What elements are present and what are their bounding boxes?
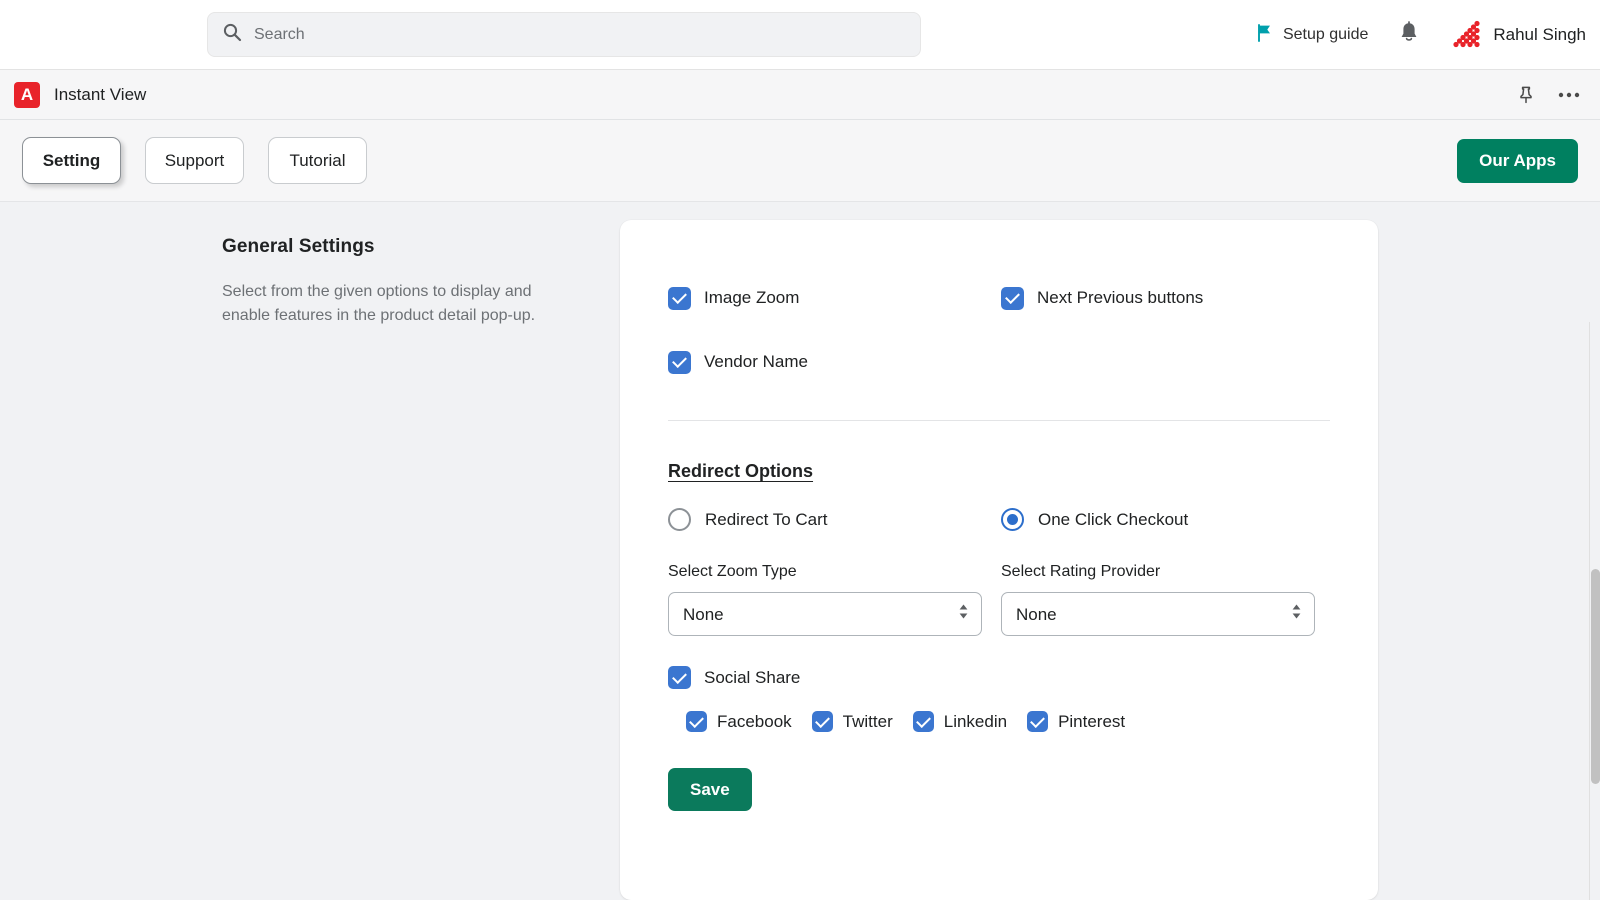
checkbox-label: Linkedin bbox=[944, 712, 1007, 732]
settings-description-panel: General Settings Select from the given o… bbox=[0, 220, 620, 900]
pin-icon[interactable] bbox=[1516, 85, 1536, 105]
app-logo-icon: A bbox=[14, 82, 40, 108]
checkbox-icon[interactable] bbox=[913, 711, 934, 732]
select-rating-provider[interactable]: None bbox=[1001, 592, 1315, 636]
setup-guide-button[interactable]: Setup guide bbox=[1243, 15, 1380, 55]
checkbox-label: Pinterest bbox=[1058, 712, 1125, 732]
main-content: General Settings Select from the given o… bbox=[0, 202, 1600, 900]
bell-icon bbox=[1398, 21, 1420, 50]
radio-redirect-to-cart[interactable]: Redirect To Cart bbox=[668, 508, 1001, 531]
redirect-radio-group: Redirect To Cart One Click Checkout bbox=[668, 508, 1330, 531]
section-divider bbox=[668, 420, 1330, 421]
checkbox-icon[interactable] bbox=[1027, 711, 1048, 732]
user-menu[interactable]: Rahul Singh bbox=[1438, 14, 1596, 56]
app-bar: A Instant View bbox=[0, 70, 1600, 120]
user-name: Rahul Singh bbox=[1493, 25, 1586, 45]
checkbox-next-previous-buttons[interactable]: Next Previous buttons bbox=[1001, 266, 1330, 330]
radio-icon[interactable] bbox=[668, 508, 691, 531]
checkbox-label: Image Zoom bbox=[704, 288, 799, 308]
checkbox-label: Social Share bbox=[704, 668, 800, 688]
our-apps-button[interactable]: Our Apps bbox=[1457, 139, 1578, 183]
search-bar[interactable] bbox=[207, 12, 921, 57]
checkbox-vendor-name[interactable]: Vendor Name bbox=[668, 330, 1001, 394]
checkbox-image-zoom[interactable]: Image Zoom bbox=[668, 266, 1001, 330]
tab-list: Setting Support Tutorial bbox=[22, 137, 367, 184]
checkbox-icon[interactable] bbox=[1001, 287, 1024, 310]
checkbox-label: Vendor Name bbox=[704, 352, 808, 372]
radio-one-click-checkout[interactable]: One Click Checkout bbox=[1001, 508, 1330, 531]
page-description: Select from the given options to display… bbox=[222, 280, 560, 329]
checkbox-pinterest[interactable]: Pinterest bbox=[1027, 711, 1125, 732]
notifications-button[interactable] bbox=[1380, 13, 1438, 58]
settings-card: Image Zoom Next Previous buttons Vendor … bbox=[620, 220, 1378, 900]
app-bar-actions bbox=[1516, 85, 1586, 105]
checkbox-label: Twitter bbox=[843, 712, 893, 732]
top-bar-actions: Setup guide bbox=[1243, 0, 1600, 70]
scrollbar-thumb[interactable] bbox=[1591, 569, 1600, 784]
tab-bar: Setting Support Tutorial Our Apps bbox=[0, 120, 1600, 202]
tab-tutorial[interactable]: Tutorial bbox=[268, 137, 367, 184]
search-input[interactable] bbox=[254, 26, 906, 44]
select-fields: Select Zoom Type None Select Rating Prov… bbox=[668, 563, 1330, 636]
search-icon bbox=[222, 22, 242, 47]
checkbox-linkedin[interactable]: Linkedin bbox=[913, 711, 1007, 732]
checkbox-facebook[interactable]: Facebook bbox=[686, 711, 792, 732]
flag-icon bbox=[1255, 23, 1274, 47]
tab-setting[interactable]: Setting bbox=[22, 137, 121, 184]
select-zoom-type-label: Select Zoom Type bbox=[668, 563, 1001, 581]
feature-checkbox-grid: Image Zoom Next Previous buttons Vendor … bbox=[668, 266, 1330, 394]
save-button[interactable]: Save bbox=[668, 768, 752, 811]
grid-spacer bbox=[1001, 330, 1330, 394]
field-select-zoom-type: Select Zoom Type None bbox=[668, 563, 1001, 636]
checkbox-label: Next Previous buttons bbox=[1037, 288, 1203, 308]
more-horizontal-icon[interactable] bbox=[1558, 91, 1580, 99]
radio-icon[interactable] bbox=[1001, 508, 1024, 531]
radio-label: One Click Checkout bbox=[1038, 510, 1188, 530]
radio-label: Redirect To Cart bbox=[705, 510, 828, 530]
checkbox-icon[interactable] bbox=[668, 666, 691, 689]
social-share-section: Social Share Facebook Twitter Linkedin bbox=[668, 666, 1330, 732]
checkbox-icon[interactable] bbox=[668, 287, 691, 310]
setup-guide-label: Setup guide bbox=[1283, 26, 1368, 44]
page-title: General Settings bbox=[222, 236, 560, 258]
checkbox-icon[interactable] bbox=[668, 351, 691, 374]
checkbox-icon[interactable] bbox=[812, 711, 833, 732]
redirect-options-heading: Redirect Options bbox=[668, 461, 813, 482]
tab-support[interactable]: Support bbox=[145, 137, 244, 184]
avatar bbox=[1444, 20, 1482, 50]
select-zoom-type[interactable]: None bbox=[668, 592, 982, 636]
select-rating-provider-wrapper: None bbox=[1001, 592, 1315, 636]
checkbox-social-share[interactable]: Social Share bbox=[668, 666, 1330, 689]
checkbox-icon[interactable] bbox=[686, 711, 707, 732]
select-rating-provider-label: Select Rating Provider bbox=[1001, 563, 1330, 581]
social-network-list: Facebook Twitter Linkedin Pinterest bbox=[668, 711, 1330, 732]
field-select-rating-provider: Select Rating Provider None bbox=[1001, 563, 1330, 636]
app-title: Instant View bbox=[54, 85, 146, 105]
app-identity: A Instant View bbox=[14, 82, 146, 108]
checkbox-label: Facebook bbox=[717, 712, 792, 732]
select-zoom-type-wrapper: None bbox=[668, 592, 982, 636]
page-scrollbar[interactable] bbox=[1589, 322, 1600, 900]
checkbox-twitter[interactable]: Twitter bbox=[812, 711, 893, 732]
global-top-bar: Setup guide bbox=[0, 0, 1600, 70]
